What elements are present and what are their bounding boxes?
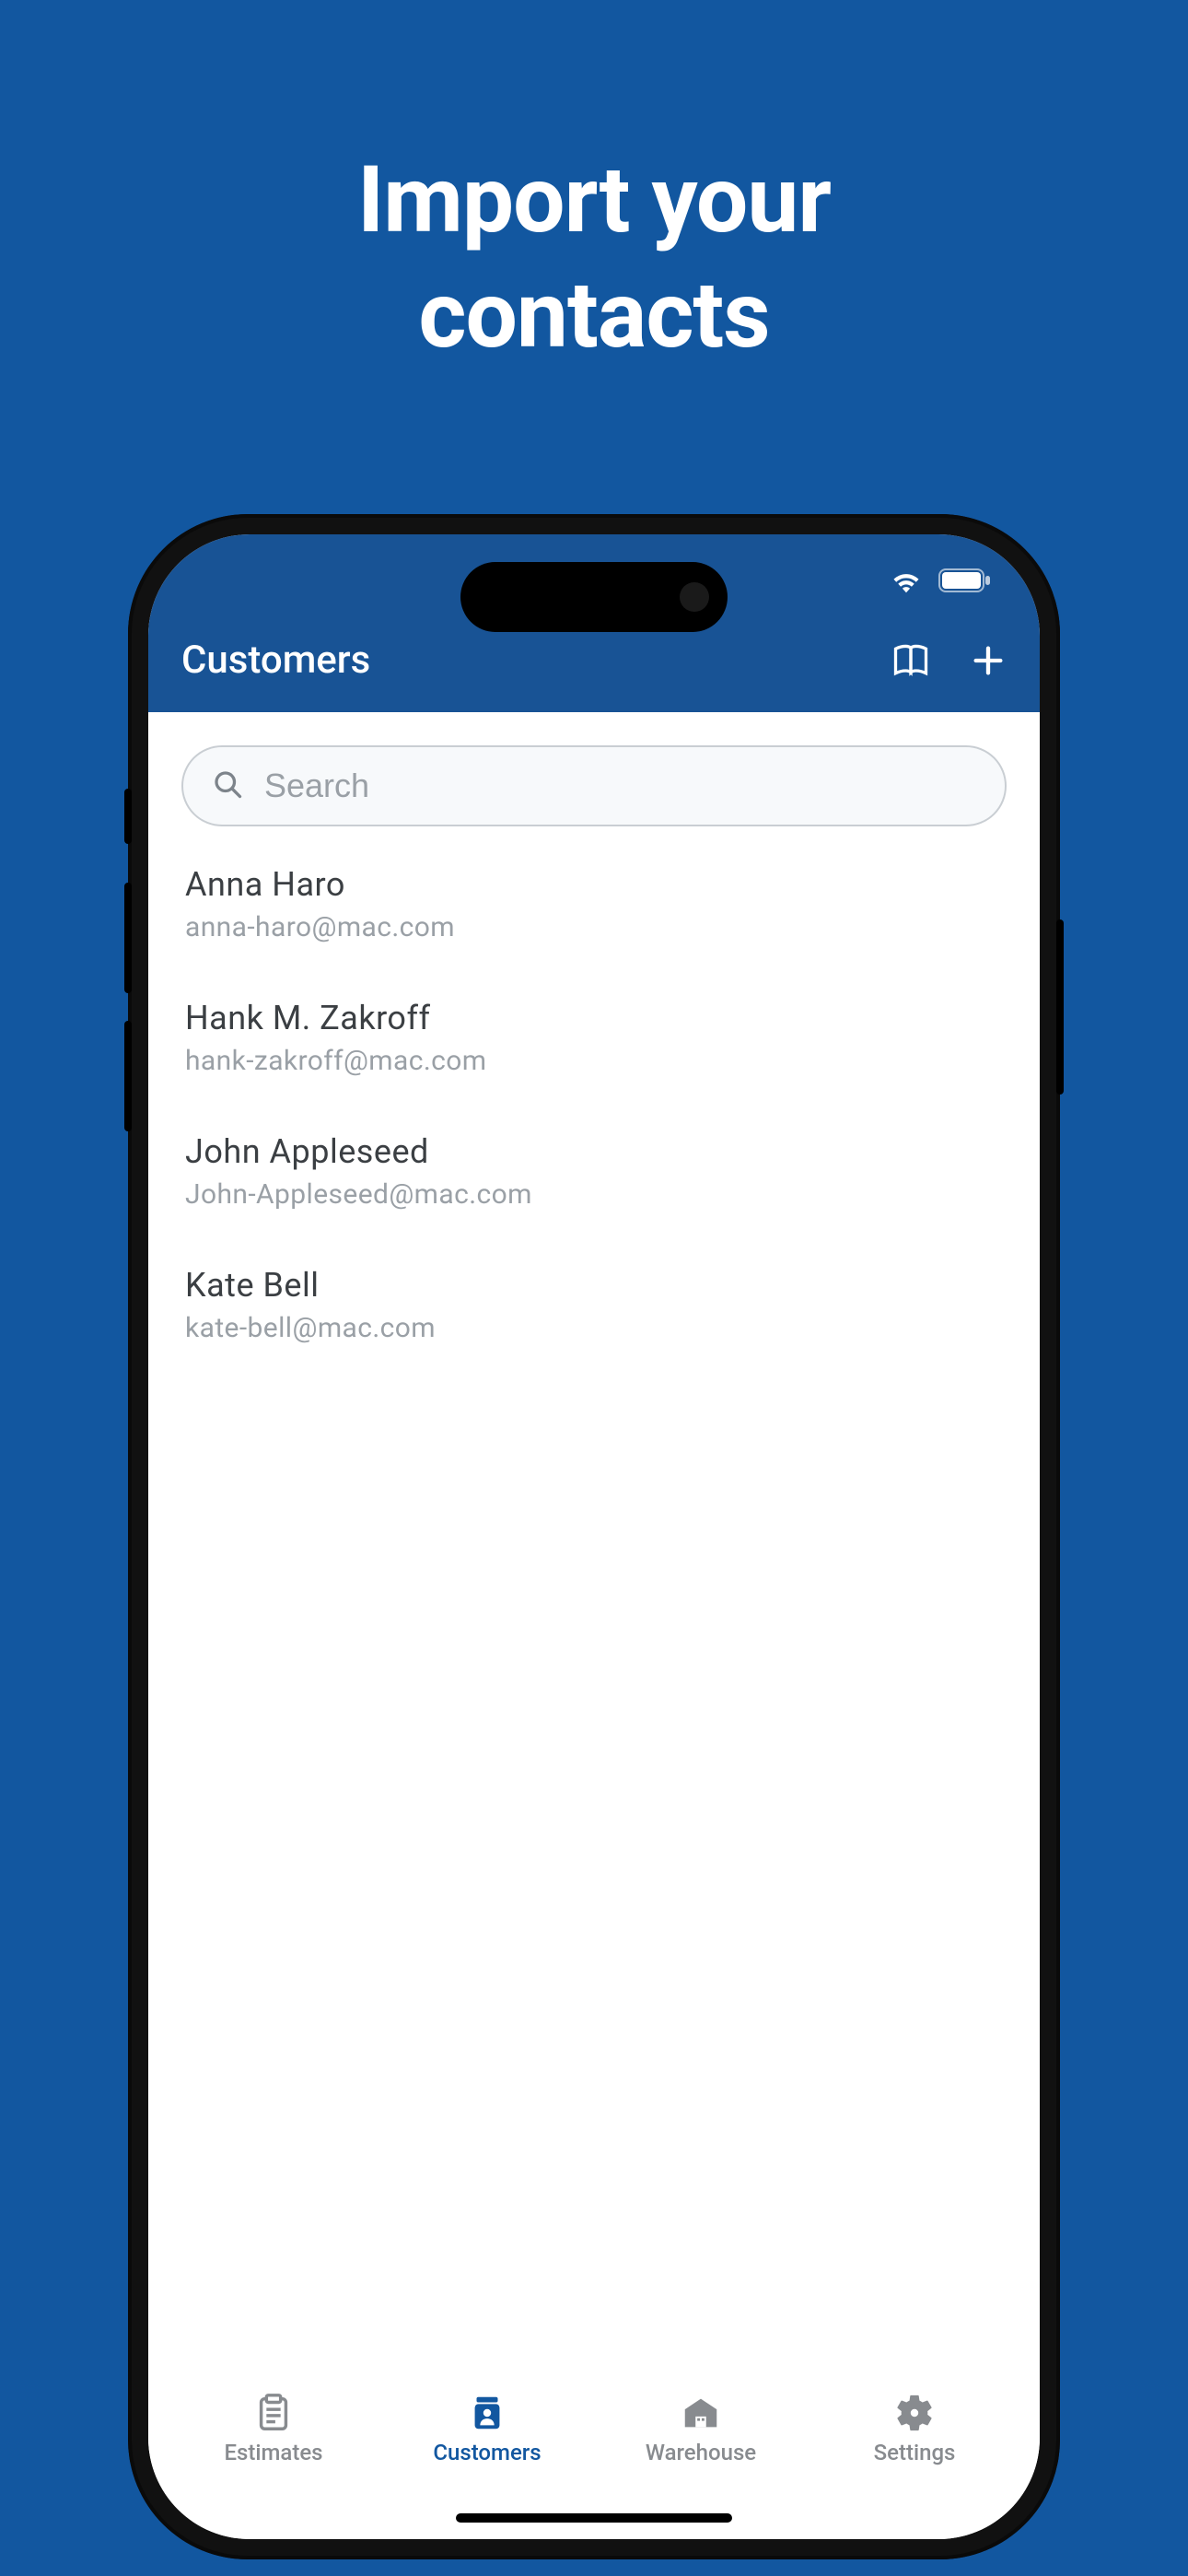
tab-label: Estimates [224,2440,322,2465]
customer-name: John Appleseed [185,1132,1003,1171]
phone-side-button [124,789,132,844]
list-item[interactable]: Kate Bell kate-bell@mac.com [181,1238,1007,1372]
phone-screen: Customers [148,534,1040,2539]
content-area: Anna Haro anna-haro@mac.com Hank M. Zakr… [148,712,1040,2373]
promo-title-line1: Import your [357,146,831,254]
phone-side-button [124,1021,132,1131]
estimates-icon [252,2392,295,2434]
phone-side-button [124,883,132,993]
home-indicator[interactable] [456,2513,732,2523]
customer-email: anna-haro@mac.com [185,911,1003,943]
tab-customers[interactable]: Customers [380,2392,594,2465]
list-item[interactable]: Anna Haro anna-haro@mac.com [181,837,1007,971]
customer-email: hank-zakroff@mac.com [185,1045,1003,1077]
import-contacts-button[interactable] [891,640,931,681]
warehouse-icon [680,2392,722,2434]
dynamic-island [460,562,728,632]
add-customer-button[interactable] [970,642,1007,679]
search-input[interactable] [264,767,977,805]
phone-frame: Customers [128,514,1060,2559]
customer-name: Anna Haro [185,865,1003,904]
phone-side-button [1056,919,1064,1095]
customer-email: kate-bell@mac.com [185,1312,1003,1344]
search-icon [211,767,244,804]
customers-icon [466,2392,508,2434]
book-open-icon [891,640,931,681]
list-item[interactable]: Hank M. Zakroff hank-zakroff@mac.com [181,971,1007,1105]
tab-label: Customers [433,2440,541,2465]
wifi-icon [889,568,924,593]
tab-settings[interactable]: Settings [808,2392,1021,2465]
header-actions [891,640,1007,681]
customer-name: Kate Bell [185,1266,1003,1305]
battery-icon [938,568,992,592]
search-container [148,712,1040,837]
customers-list: Anna Haro anna-haro@mac.com Hank M. Zakr… [148,837,1040,1372]
page-title: Customers [181,638,370,683]
promo-title-line2: contacts [418,262,769,369]
promo-title: Import your contacts [0,143,1188,373]
plus-icon [970,642,1007,679]
app-header: Customers [148,626,1040,712]
search-field[interactable] [181,745,1007,826]
tab-label: Settings [874,2440,956,2465]
tab-label: Warehouse [646,2440,756,2465]
tab-warehouse[interactable]: Warehouse [594,2392,808,2465]
gear-icon [893,2392,936,2434]
customer-name: Hank M. Zakroff [185,999,1003,1037]
customer-email: John-Appleseed@mac.com [185,1178,1003,1211]
tab-estimates[interactable]: Estimates [167,2392,380,2465]
list-item[interactable]: John Appleseed John-Appleseed@mac.com [181,1105,1007,1238]
